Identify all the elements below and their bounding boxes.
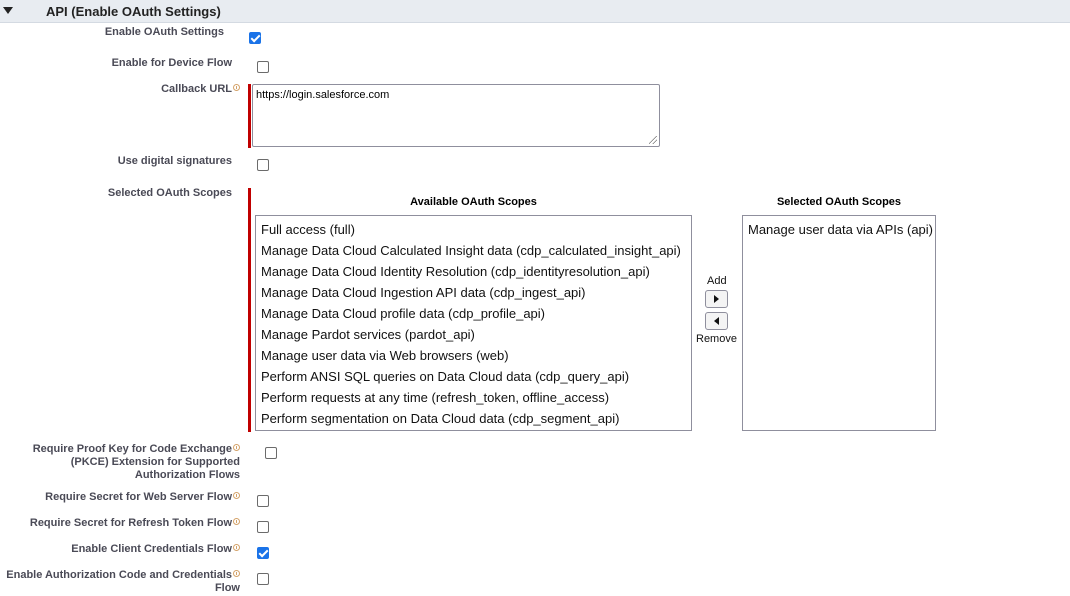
- pkce-label-line3: Authorization Flows: [134, 469, 240, 481]
- list-item[interactable]: Manage Pardot services (pardot_api): [256, 324, 691, 345]
- callback-url-value: https://login.salesforce.com: [256, 89, 390, 101]
- help-icon[interactable]: [233, 570, 240, 577]
- required-indicator: [248, 188, 251, 432]
- enable-oauth-label: Enable OAuth Settings: [104, 26, 224, 38]
- resize-grip-icon[interactable]: [649, 136, 657, 144]
- client-credentials-label: Enable Client Credentials Flow: [71, 543, 240, 556]
- pkce-checkbox[interactable]: [265, 447, 277, 459]
- section-header: API (Enable OAuth Settings): [0, 0, 1070, 23]
- add-label: Add: [707, 275, 727, 287]
- list-item[interactable]: Full access (full): [256, 219, 691, 240]
- digital-signatures-label: Use digital signatures: [117, 155, 232, 167]
- enable-oauth-checkbox[interactable]: [249, 32, 261, 44]
- list-item[interactable]: Manage Data Cloud Calculated Insight dat…: [256, 240, 691, 261]
- help-icon[interactable]: [233, 544, 240, 551]
- device-flow-label: Enable for Device Flow: [111, 57, 232, 69]
- list-item[interactable]: Manage Data Cloud Ingestion API data (cd…: [256, 282, 691, 303]
- list-item[interactable]: Perform ANSI SQL queries on Data Cloud d…: [256, 366, 691, 387]
- arrow-right-icon: [714, 295, 719, 303]
- section-title: API (Enable OAuth Settings): [46, 4, 221, 19]
- pkce-label-line1: Require Proof Key for Code Exchange: [33, 443, 240, 456]
- auth-code-credentials-checkbox[interactable]: [257, 573, 269, 585]
- help-icon[interactable]: [233, 492, 240, 499]
- available-scopes-header: Available OAuth Scopes: [410, 196, 537, 208]
- list-item[interactable]: Manage user data via APIs (api): [743, 219, 935, 240]
- secret-web-server-checkbox[interactable]: [257, 495, 269, 507]
- selected-scopes-listbox[interactable]: Manage user data via APIs (api): [742, 215, 936, 431]
- list-item[interactable]: Perform requests at any time (refresh_to…: [256, 387, 691, 408]
- remove-scope-button[interactable]: [705, 312, 728, 330]
- list-item[interactable]: Manage user data via Web browsers (web): [256, 345, 691, 366]
- add-scope-button[interactable]: [705, 290, 728, 308]
- list-item[interactable]: Manage Data Cloud Identity Resolution (c…: [256, 261, 691, 282]
- list-item[interactable]: Perform segmentation on Data Cloud data …: [256, 408, 691, 429]
- digital-signatures-checkbox[interactable]: [257, 159, 269, 171]
- list-item[interactable]: Manage Data Cloud profile data (cdp_prof…: [256, 303, 691, 324]
- required-indicator: [248, 84, 251, 148]
- help-icon[interactable]: [233, 444, 240, 451]
- selected-scopes-label: Selected OAuth Scopes: [107, 187, 232, 199]
- auth-code-credentials-label-line2: Flow: [214, 582, 240, 594]
- selected-scopes-header: Selected OAuth Scopes: [776, 196, 902, 208]
- callback-url-label: Callback URL: [161, 83, 240, 96]
- secret-web-server-label: Require Secret for Web Server Flow: [45, 491, 240, 504]
- help-icon[interactable]: [233, 518, 240, 525]
- auth-code-credentials-label-line1: Enable Authorization Code and Credential…: [6, 569, 240, 582]
- collapse-triangle-icon[interactable]: [3, 7, 13, 14]
- callback-url-textarea[interactable]: https://login.salesforce.com: [252, 84, 660, 147]
- secret-refresh-checkbox[interactable]: [257, 521, 269, 533]
- available-scopes-listbox[interactable]: Full access (full) Manage Data Cloud Calc…: [255, 215, 692, 431]
- help-icon[interactable]: [233, 84, 240, 91]
- client-credentials-checkbox[interactable]: [257, 547, 269, 559]
- device-flow-checkbox[interactable]: [257, 61, 269, 73]
- arrow-left-icon: [714, 317, 719, 325]
- remove-label: Remove: [696, 333, 737, 345]
- secret-refresh-label: Require Secret for Refresh Token Flow: [30, 517, 240, 530]
- pkce-label-line2: (PKCE) Extension for Supported: [70, 456, 240, 468]
